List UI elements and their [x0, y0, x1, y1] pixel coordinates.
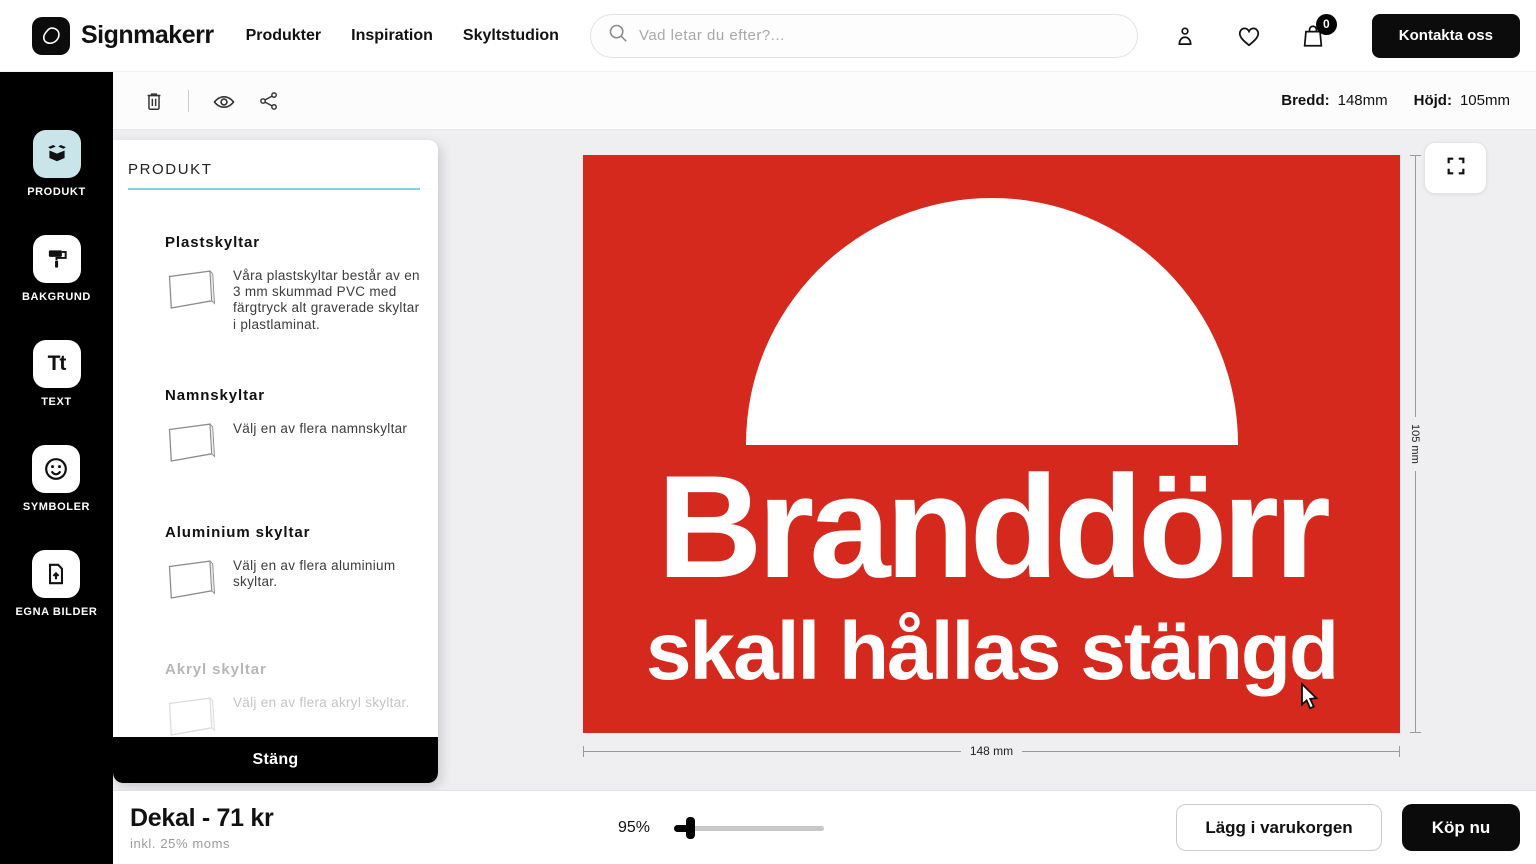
sidebar-item-symboler[interactable]: SYMBOLER: [23, 445, 90, 513]
nav-skyltstudion[interactable]: Skyltstudion: [463, 27, 559, 45]
add-to-cart-button[interactable]: Lägg i varukorgen: [1176, 804, 1382, 851]
panel-items: Plastskyltar Våra plastskyltar består av…: [113, 190, 438, 737]
height-label: Höjd:: [1414, 92, 1452, 109]
trash-icon[interactable]: [143, 90, 165, 112]
product-option-akryl-skyltar[interactable]: Akryl skyltar Välj en av flera akryl sky…: [165, 661, 422, 737]
mouse-cursor: [1299, 682, 1323, 714]
sign-text-line1[interactable]: Branddörr: [583, 454, 1400, 600]
sign-thumbnail-icon: [165, 695, 219, 737]
fullscreen-button[interactable]: [1424, 142, 1487, 194]
app-header: Signmakerr Produkter Inspiration Skyltst…: [0, 0, 1536, 72]
sidebar-item-label: SYMBOLER: [23, 501, 90, 513]
sign-thumbnail-icon: [165, 558, 219, 607]
tool-sidebar: PRODUKT BAKGRUND Tt TEXT SYMBOLER EGNA B…: [0, 72, 113, 864]
share-icon[interactable]: [258, 90, 280, 112]
sign-thumbnail-icon: [165, 268, 219, 317]
zoom-percent: 95%: [618, 819, 650, 837]
panel-close-button[interactable]: Stäng: [113, 737, 438, 783]
workspace: Bredd: 148mm Höjd: 105mm PRODUKT Plastsk…: [113, 72, 1536, 864]
sign-dimensions: Bredd: 148mm Höjd: 105mm: [1281, 92, 1510, 109]
text-icon: Tt: [33, 340, 81, 388]
sidebar-item-label: PRODUKT: [27, 186, 86, 198]
eye-icon[interactable]: [212, 90, 234, 112]
sidebar-item-label: TEXT: [41, 396, 72, 408]
width-dimension-line: 148 mm: [583, 744, 1400, 758]
sidebar-item-text[interactable]: Tt TEXT: [33, 340, 81, 408]
sidebar-item-label: EGNA BILDER: [16, 606, 98, 618]
paint-icon: [33, 235, 81, 283]
editor-toolbar: Bredd: 148mm Höjd: 105mm: [113, 72, 1536, 130]
product-option-plastskyltar[interactable]: Plastskyltar Våra plastskyltar består av…: [165, 234, 422, 333]
product-panel: PRODUKT Plastskyltar Våra plastskyltar b…: [113, 140, 438, 783]
width-dimension-label: 148 mm: [970, 744, 1013, 758]
vat-note: inkl. 25% moms: [130, 836, 273, 851]
search-bar: [590, 14, 1138, 58]
product-option-aluminium-skyltar[interactable]: Aluminium skyltar Välj en av flera alumi…: [165, 524, 422, 607]
height-value: 105mm: [1460, 92, 1510, 109]
product-price: Dekal - 71 kr: [130, 804, 273, 833]
zoom-slider[interactable]: [674, 817, 824, 839]
contact-button[interactable]: Kontakta oss: [1372, 14, 1520, 58]
checkout-bar: Dekal - 71 kr inkl. 25% moms 95% Lägg i …: [113, 790, 1536, 864]
sidebar-item-bakgrund[interactable]: BAKGRUND: [22, 235, 91, 303]
zoom-slider-thumb[interactable]: [686, 817, 695, 839]
footer-buttons: Lägg i varukorgen Köp nu: [1176, 804, 1520, 851]
width-label: Bredd:: [1281, 92, 1329, 109]
smiley-icon: [32, 445, 80, 493]
price-block: Dekal - 71 kr inkl. 25% moms: [130, 804, 273, 851]
height-dimension-label: 105 mm: [1409, 424, 1421, 464]
semicircle-shape[interactable]: [746, 198, 1238, 445]
nav-produkter[interactable]: Produkter: [246, 27, 322, 45]
main-area: PRODUKT BAKGRUND Tt TEXT SYMBOLER EGNA B…: [0, 72, 1536, 864]
sidebar-item-label: BAKGRUND: [22, 291, 91, 303]
width-value: 148mm: [1338, 92, 1388, 109]
sidebar-item-produkt[interactable]: PRODUKT: [27, 130, 86, 198]
brand-logo-group[interactable]: Signmakerr: [32, 17, 214, 55]
height-dimension-line: 105 mm: [1407, 155, 1423, 733]
search-input[interactable]: [639, 27, 1121, 44]
brand-logo-icon: [32, 17, 70, 55]
header-actions: 0 Kontakta oss: [1172, 14, 1520, 58]
nav-inspiration[interactable]: Inspiration: [351, 27, 433, 45]
sign-artboard[interactable]: Branddörr skall hållas stängd: [583, 155, 1400, 733]
panel-title: PRODUKT: [128, 161, 420, 190]
sign-thumbnail-icon: [165, 421, 219, 470]
design-canvas[interactable]: PRODUKT Plastskyltar Våra plastskyltar b…: [113, 130, 1536, 790]
cart-icon[interactable]: 0: [1300, 23, 1326, 49]
favorites-heart-icon[interactable]: [1236, 23, 1262, 49]
main-nav: Produkter Inspiration Skyltstudion: [246, 27, 559, 45]
brand-name: Signmakerr: [81, 21, 214, 50]
toolbar-divider: [188, 90, 189, 112]
box-icon: [33, 130, 81, 178]
cart-count-badge: 0: [1316, 14, 1337, 35]
zoom-slider-track[interactable]: [678, 826, 824, 831]
search-icon: [607, 22, 629, 49]
upload-file-icon: [32, 550, 80, 598]
fullscreen-icon: [1445, 155, 1467, 182]
buy-now-button[interactable]: Köp nu: [1402, 804, 1520, 851]
zoom-control: 95%: [618, 791, 824, 864]
product-option-namnskyltar[interactable]: Namnskyltar Välj en av flera namnskyltar: [165, 387, 422, 470]
sidebar-item-egna-bilder[interactable]: EGNA BILDER: [16, 550, 98, 618]
account-icon[interactable]: [1172, 23, 1198, 49]
sign-text-line2[interactable]: skall hållas stängd: [583, 611, 1400, 693]
